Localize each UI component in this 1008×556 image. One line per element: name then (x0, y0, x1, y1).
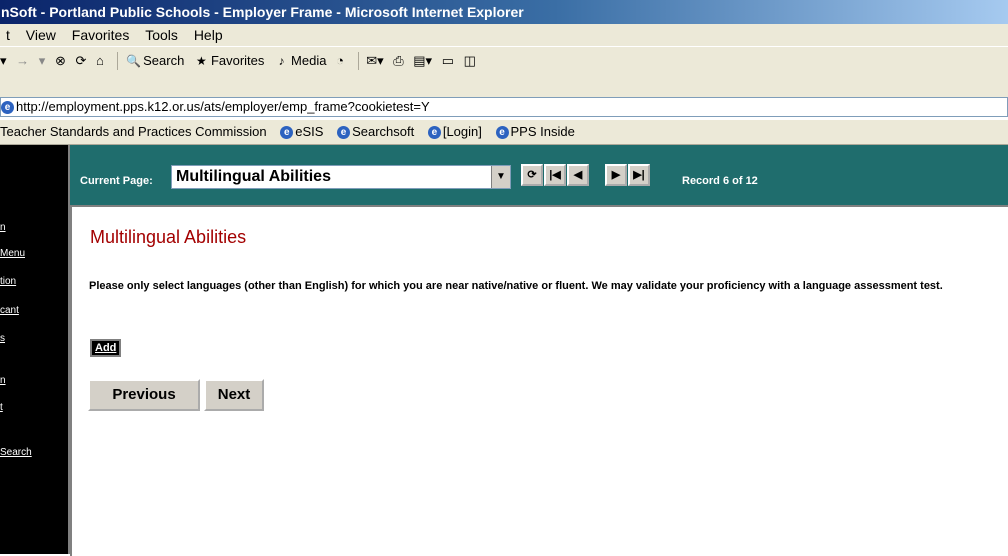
stop-icon[interactable]: ⊗ (55, 48, 66, 73)
nav-item-6[interactable]: n (0, 375, 6, 386)
forward-icon[interactable]: → (16, 48, 29, 73)
next-button[interactable]: Next (204, 379, 264, 411)
left-nav: n Menu tion cant s n t Search (0, 145, 70, 554)
history-icon[interactable]: ◔ (336, 48, 344, 73)
current-page-select[interactable]: Multilingual Abilities ▼ (171, 165, 511, 189)
previous-record-button[interactable]: ◀ (567, 164, 589, 186)
address-url: http://employment.pps.k12.or.us/ats/empl… (16, 99, 430, 114)
discuss-icon[interactable]: ▭ (442, 48, 454, 73)
nav-item-menu[interactable]: Menu (0, 248, 25, 259)
address-field[interactable]: e http://employment.pps.k12.or.us/ats/emp… (0, 97, 1008, 117)
favorites-label: Favorites (210, 52, 265, 68)
instructions-text: Please only select languages (other than… (89, 280, 943, 292)
nav-item-4[interactable]: cant (0, 305, 19, 316)
add-button[interactable]: Add (90, 339, 122, 357)
main-content: Multilingual Abilities Please only selec… (70, 205, 1008, 556)
nav-item-5[interactable]: s (0, 333, 5, 344)
chevron-down-icon[interactable]: ▼ (491, 166, 510, 188)
refresh-icon[interactable]: ⟳ (75, 48, 86, 73)
next-record-button[interactable]: ▶ (605, 164, 627, 186)
window-title: nSoft - Portland Public Schools - Employ… (1, 4, 524, 20)
window-title-bar: nSoft - Portland Public Schools - Employ… (0, 0, 1008, 24)
menu-item-view[interactable]: View (20, 24, 62, 46)
link-esis-label: eSIS (295, 124, 324, 139)
first-record-button[interactable]: |◀ (544, 164, 566, 186)
mail-icon[interactable]: ✉▾ (366, 48, 383, 73)
home-icon[interactable]: ⌂ (96, 48, 104, 73)
link-searchsoft-label: Searchsoft (352, 124, 415, 139)
link-login[interactable]: e [Login] (427, 120, 482, 144)
menu-bar: t View Favorites Tools Help (0, 24, 1008, 46)
current-page-label: Current Page: (80, 175, 153, 187)
search-icon: 🔍 (126, 53, 142, 68)
toolbar-separator (117, 51, 119, 70)
previous-button[interactable]: Previous (88, 379, 200, 411)
search-label: Search (143, 52, 185, 68)
nav-item-search[interactable]: Search (0, 447, 32, 458)
favorites-icon: ★ (196, 53, 207, 68)
address-row (0, 73, 1008, 97)
menu-item-tools[interactable]: Tools (139, 24, 184, 46)
messenger-icon[interactable]: ◫ (464, 48, 476, 73)
refresh-record-button[interactable]: ⟳ (521, 164, 543, 186)
print-icon[interactable]: ⎙ (393, 48, 403, 73)
link-login-label: [Login] (442, 124, 482, 139)
nav-item-1[interactable]: n (0, 222, 6, 233)
link-searchsoft[interactable]: e Searchsoft (337, 120, 414, 144)
ie-icon: e (337, 126, 351, 140)
forward-dropdown-icon[interactable]: ▾ (39, 48, 46, 73)
link-pps-inside-label: PPS Inside (510, 124, 575, 139)
favorites-button[interactable]: ★ Favorites (194, 48, 265, 73)
media-icon: ♪ (278, 53, 285, 68)
nav-item-7[interactable]: t (0, 402, 3, 413)
standard-toolbar: ▾ → ▾ ⊗ ⟳ ⌂ 🔍 Search ★ Favorites ♪ Media ◔ … (0, 46, 1008, 74)
menu-item-help[interactable]: Help (188, 24, 229, 46)
menu-item-edit[interactable]: t (0, 24, 16, 46)
ie-icon: e (495, 126, 509, 140)
media-button[interactable]: ♪ Media (274, 48, 327, 73)
toolbar-separator (357, 51, 359, 70)
record-counter: Record 6 of 12 (682, 175, 758, 187)
links-bar: Teacher Standards and Practices Commissi… (0, 119, 1008, 145)
back-dropdown-icon[interactable]: ▾ (0, 48, 7, 73)
record-header: Current Page: Multilingual Abilities ▼ ⟳… (70, 145, 1008, 205)
link-pps-inside[interactable]: e PPS Inside (495, 120, 575, 144)
current-page-value: Multilingual Abilities (176, 168, 331, 185)
menu-item-favorites[interactable]: Favorites (66, 24, 136, 46)
ie-icon: e (280, 126, 294, 140)
search-button[interactable]: 🔍 Search (126, 48, 185, 73)
media-label: Media (291, 52, 327, 68)
ie-icon: e (427, 126, 441, 140)
link-teacher-standards[interactable]: Teacher Standards and Practices Commissi… (0, 120, 267, 144)
nav-item-3[interactable]: tion (0, 276, 16, 287)
link-esis[interactable]: e eSIS (280, 120, 323, 144)
last-record-button[interactable]: ▶| (628, 164, 650, 186)
page-title: Multilingual Abilities (90, 227, 247, 247)
page-icon: e (1, 101, 14, 115)
edit-icon[interactable]: ▤▾ (413, 48, 432, 73)
